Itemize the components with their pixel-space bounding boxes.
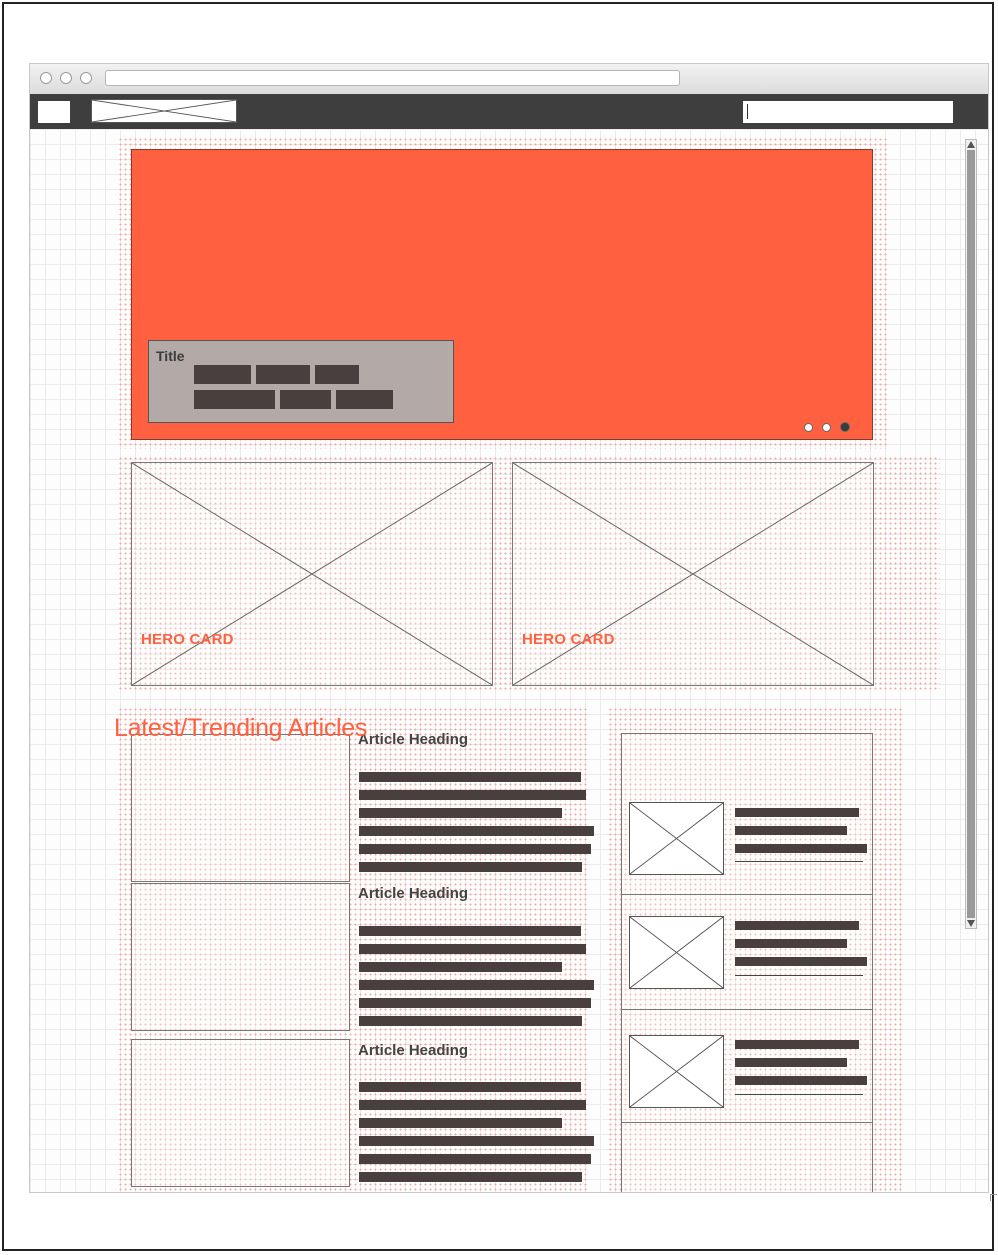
article-text-line: [359, 926, 581, 936]
sidebar-text-line: [735, 808, 859, 817]
sidebar-link-underline: [735, 861, 863, 862]
scroll-up-icon[interactable]: [967, 141, 975, 148]
close-window-icon[interactable]: [40, 72, 52, 84]
article-text-line: [359, 1118, 562, 1128]
article-text-line: [359, 1154, 591, 1164]
image-placeholder-icon: [630, 1036, 723, 1107]
logo-placeholder-icon[interactable]: [91, 99, 237, 123]
carousel-indicator: [804, 422, 850, 432]
carousel-dot-icon[interactable]: [804, 422, 813, 432]
sidebar-text-line: [735, 844, 867, 853]
article-heading[interactable]: Article Heading: [358, 731, 468, 748]
text-cursor: [747, 104, 748, 119]
article-thumbnail[interactable]: [131, 883, 350, 1031]
sidebar-text-line: [735, 1076, 867, 1085]
image-placeholder-icon: [630, 917, 723, 988]
article-text-line: [359, 772, 581, 782]
maximize-window-icon[interactable]: [80, 72, 92, 84]
sidebar-text-line: [735, 826, 847, 835]
article-text-line: [359, 826, 594, 836]
sidebar-text-line: [735, 957, 867, 966]
hero-card-label: HERO CARD: [522, 631, 615, 648]
section-title: Latest/Trending Articles: [114, 714, 368, 742]
article-text-line: [359, 1100, 586, 1110]
hero-card[interactable]: HERO CARD: [131, 462, 493, 686]
sidebar-item-thumbnail[interactable]: [629, 1035, 724, 1108]
sidebar-divider: [622, 1009, 872, 1010]
article-heading[interactable]: Article Heading: [358, 885, 468, 902]
search-input[interactable]: [743, 101, 953, 123]
sidebar-text-line: [735, 939, 847, 948]
caption-text-block: [280, 390, 331, 409]
article-text-line: [359, 1016, 582, 1026]
sidebar-link-underline: [735, 1094, 863, 1095]
article-heading[interactable]: Article Heading: [358, 1042, 468, 1059]
article-text-line: [359, 1082, 581, 1092]
article-text-line: [359, 1172, 582, 1182]
carousel-dot-icon[interactable]: [822, 422, 831, 432]
caption-text-block: [256, 365, 310, 384]
caption-text-block: [194, 390, 275, 409]
article-text-line: [359, 1136, 594, 1146]
minimize-window-icon[interactable]: [60, 72, 72, 84]
menu-button[interactable]: [38, 101, 70, 123]
browser-chrome: [30, 64, 988, 95]
article-text-line: [359, 944, 586, 954]
site-header: [30, 94, 988, 129]
image-placeholder-icon: [132, 463, 492, 685]
hero-carousel[interactable]: Title: [131, 149, 873, 440]
vertical-scrollbar[interactable]: [965, 139, 977, 929]
sidebar-text-line: [735, 1040, 859, 1049]
sidebar-text-line: [735, 1058, 847, 1067]
article-text-line: [359, 790, 586, 800]
trending-sidebar: [621, 733, 873, 1192]
address-bar[interactable]: [105, 70, 680, 86]
article-text-line: [359, 862, 582, 872]
resize-handle-icon[interactable]: [990, 1194, 997, 1201]
scroll-down-icon[interactable]: [967, 920, 975, 927]
article-text-line: [359, 980, 594, 990]
caption-text-block: [315, 365, 359, 384]
sidebar-text-line: [735, 921, 859, 930]
caption-text-block: [194, 365, 251, 384]
sidebar-item-thumbnail[interactable]: [629, 802, 724, 875]
hero-caption-box: Title: [148, 340, 454, 423]
scrollbar-thumb[interactable]: [967, 150, 975, 918]
sidebar-link-underline: [735, 975, 863, 976]
page-viewport: Title HERO CARD HERO CARD Article Headin…: [30, 129, 988, 1192]
hero-title: Title: [156, 348, 185, 364]
article-thumbnail[interactable]: [131, 734, 350, 882]
carousel-dot-active-icon[interactable]: [840, 422, 850, 432]
image-placeholder-icon: [630, 803, 723, 874]
sidebar-divider: [622, 1122, 872, 1123]
hero-card[interactable]: HERO CARD: [512, 462, 874, 686]
hero-card-label: HERO CARD: [141, 631, 234, 648]
article-text-line: [359, 844, 591, 854]
article-text-line: [359, 808, 562, 818]
article-text-line: [359, 962, 562, 972]
article-thumbnail[interactable]: [131, 1039, 350, 1187]
sidebar-item-thumbnail[interactable]: [629, 916, 724, 989]
caption-text-block: [336, 390, 393, 409]
image-placeholder-icon: [513, 463, 873, 685]
article-text-line: [359, 998, 591, 1008]
sidebar-divider: [622, 894, 872, 895]
browser-window: Title HERO CARD HERO CARD Article Headin…: [29, 63, 989, 1193]
